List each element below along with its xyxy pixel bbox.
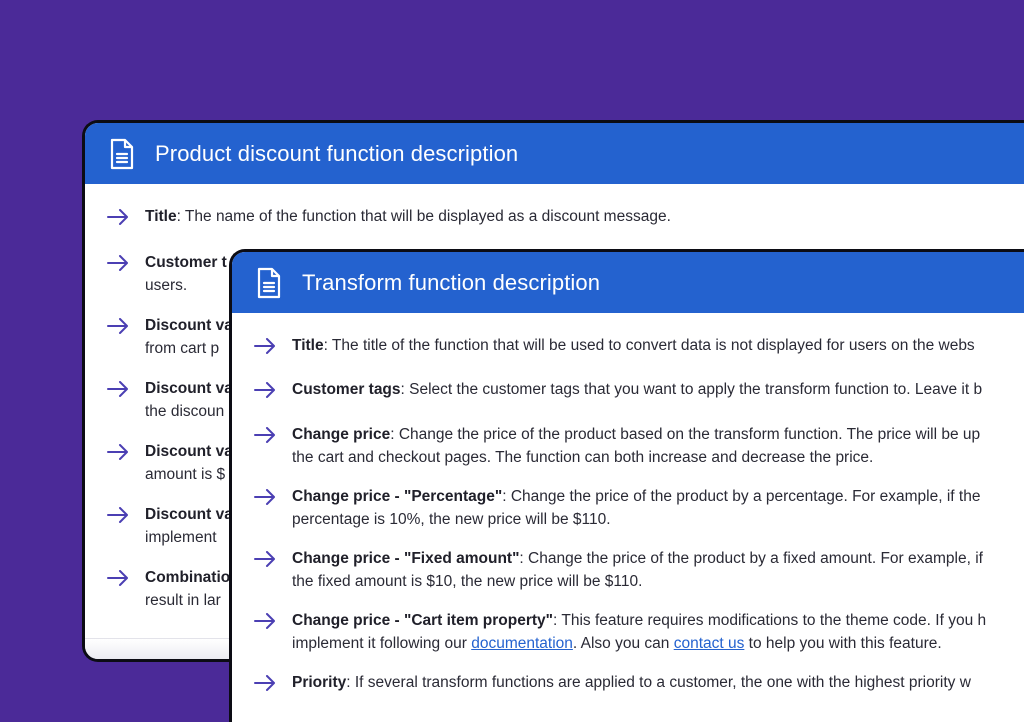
- item-label: Title: [292, 337, 324, 354]
- item-text: from cart p: [145, 339, 220, 357]
- item-label: Discount va: [145, 317, 233, 334]
- arrow-right-icon: [107, 567, 131, 589]
- list-item-customer-tags: Customer tags: Select the customer tags …: [254, 379, 1024, 402]
- arrow-right-icon: [107, 504, 131, 526]
- item-text: : Change the price of the product by a f…: [519, 550, 983, 567]
- item-text: the discoun: [145, 402, 225, 420]
- list-item-priority: Priority: If several transform functions…: [254, 672, 1024, 695]
- item-label: Customer t: [145, 254, 227, 271]
- item-text-line2: the fixed amount is $10, the new price w…: [292, 572, 643, 590]
- arrow-right-icon: [107, 378, 131, 400]
- document-icon: [109, 138, 141, 170]
- item-label: Title: [145, 208, 177, 225]
- list-item-title: Title: The title of the function that wi…: [254, 335, 1024, 358]
- arrow-right-icon: [254, 486, 278, 508]
- list-item-change-price: Change price: Change the price of the pr…: [254, 424, 1024, 469]
- item-text: : The title of the function that will be…: [323, 337, 975, 354]
- arrow-right-icon: [254, 548, 278, 570]
- list-item-title: Title: The name of the function that wil…: [107, 206, 1024, 229]
- item-text: : This feature requires modifications to…: [553, 612, 987, 629]
- item-text: : Select the customer tags that you want…: [400, 381, 983, 398]
- item-text: amount is $: [145, 465, 226, 483]
- contact-us-link[interactable]: contact us: [674, 635, 745, 652]
- transform-function-card: Transform function description Title: Th…: [229, 249, 1024, 722]
- item-label: Combinatio: [145, 569, 231, 586]
- item-text-line2: implement it following our: [292, 634, 472, 652]
- arrow-right-icon: [254, 610, 278, 632]
- item-label: Change price - "Fixed amount": [292, 550, 520, 567]
- item-text: : Change the price of the product based …: [390, 426, 981, 443]
- arrow-right-icon: [254, 424, 278, 446]
- item-label: Change price - "Percentage": [292, 488, 503, 505]
- arrow-right-icon: [107, 315, 131, 337]
- list-item-change-price-percentage: Change price - "Percentage": Change the …: [254, 486, 1024, 531]
- arrow-right-icon: [107, 206, 131, 228]
- card-header: Transform function description: [232, 252, 1024, 313]
- item-label: Change price - "Cart item property": [292, 612, 554, 629]
- item-text-line2: to help you with this feature.: [744, 634, 942, 652]
- item-text: : The name of the function that will be …: [176, 208, 671, 225]
- card-header: Product discount function description: [85, 123, 1024, 184]
- item-text: : If several transform functions are app…: [346, 674, 971, 691]
- card-title: Product discount function description: [155, 140, 519, 166]
- item-text: result in lar: [145, 591, 221, 609]
- item-text-line2: the cart and checkout pages. The functio…: [292, 448, 874, 466]
- arrow-right-icon: [107, 441, 131, 463]
- arrow-right-icon: [107, 252, 131, 274]
- documentation-link[interactable]: documentation: [471, 635, 573, 652]
- item-label: Customer tags: [292, 381, 401, 398]
- item-text-line2: . Also you can: [572, 634, 674, 652]
- item-text: : Change the price of the product by a p…: [502, 488, 981, 505]
- item-label: Discount va: [145, 380, 233, 397]
- item-text: users.: [145, 276, 188, 294]
- item-label: Discount va: [145, 506, 233, 523]
- arrow-right-icon: [254, 335, 278, 357]
- card-title: Transform function description: [302, 269, 601, 295]
- item-label: Priority: [292, 674, 347, 691]
- arrow-right-icon: [254, 672, 278, 694]
- item-text: implement: [145, 528, 217, 546]
- item-label: Change price: [292, 426, 391, 443]
- list-item-change-price-cart-item-property: Change price - "Cart item property": Thi…: [254, 610, 1024, 655]
- item-label: Discount va: [145, 443, 233, 460]
- document-icon: [256, 267, 288, 299]
- list-item-change-price-fixed-amount: Change price - "Fixed amount": Change th…: [254, 548, 1024, 593]
- arrow-right-icon: [254, 379, 278, 401]
- item-text-line2: percentage is 10%, the new price will be…: [292, 510, 611, 528]
